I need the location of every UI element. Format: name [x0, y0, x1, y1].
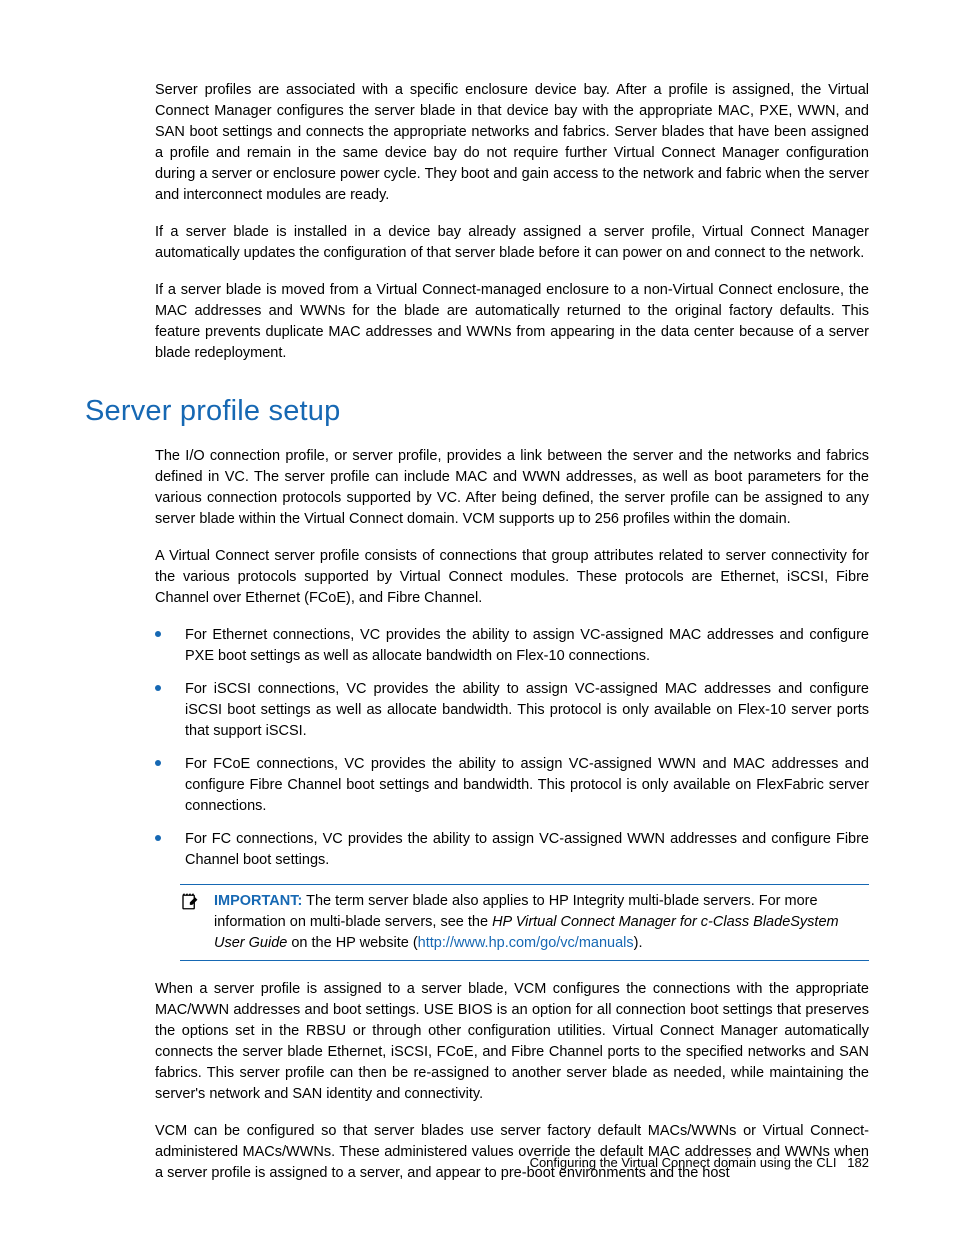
section-heading: Server profile setup — [85, 390, 869, 432]
body-paragraph: The I/O connection profile, or server pr… — [155, 446, 869, 530]
body-paragraph: Server profiles are associated with a sp… — [155, 80, 869, 206]
page-number: 182 — [847, 1155, 869, 1170]
callout-segment: on the HP website ( — [287, 935, 417, 951]
body-paragraph: If a server blade is installed in a devi… — [155, 222, 869, 264]
bullet-icon — [155, 631, 161, 637]
list-item: For FC connections, VC provides the abil… — [155, 829, 869, 871]
callout-text: IMPORTANT: The term server blade also ap… — [214, 891, 869, 954]
list-item-text: For FC connections, VC provides the abil… — [185, 831, 869, 868]
body-paragraph: A Virtual Connect server profile consist… — [155, 546, 869, 609]
list-item: For Ethernet connections, VC provides th… — [155, 625, 869, 667]
list-item: For FCoE connections, VC provides the ab… — [155, 754, 869, 817]
footer-text: Configuring the Virtual Connect domain u… — [530, 1155, 837, 1170]
bullet-icon — [155, 685, 161, 691]
list-item-text: For FCoE connections, VC provides the ab… — [185, 756, 869, 814]
note-icon — [180, 891, 214, 954]
bullet-icon — [155, 835, 161, 841]
list-item-text: For Ethernet connections, VC provides th… — [185, 627, 869, 664]
page-footer: Configuring the Virtual Connect domain u… — [530, 1154, 869, 1173]
list-item-text: For iSCSI connections, VC provides the a… — [185, 681, 869, 739]
body-paragraph: If a server blade is moved from a Virtua… — [155, 280, 869, 364]
callout-segment: ). — [634, 935, 643, 951]
body-paragraph: VCM can be configured so that server bla… — [155, 1121, 869, 1184]
important-callout: IMPORTANT: The term server blade also ap… — [180, 884, 869, 961]
bullet-list: For Ethernet connections, VC provides th… — [155, 625, 869, 871]
manual-link[interactable]: http://www.hp.com/go/vc/manuals — [418, 935, 634, 951]
body-paragraph: When a server profile is assigned to a s… — [155, 979, 869, 1105]
list-item: For iSCSI connections, VC provides the a… — [155, 679, 869, 742]
important-label: IMPORTANT: — [214, 893, 302, 909]
bullet-icon — [155, 760, 161, 766]
